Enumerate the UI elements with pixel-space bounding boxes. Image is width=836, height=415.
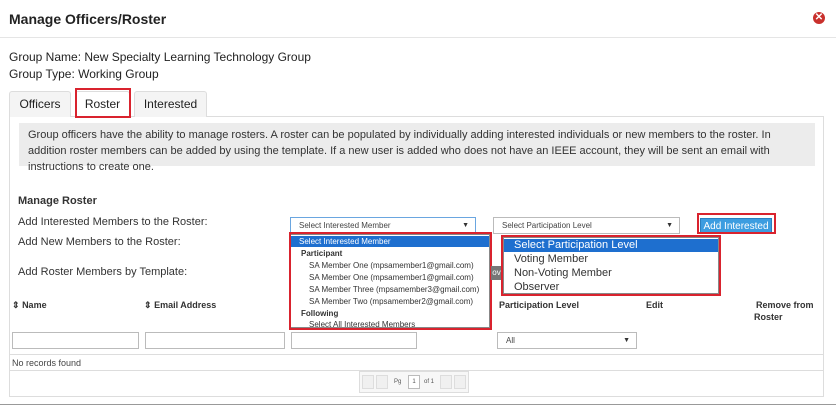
last-page-button[interactable]: [454, 375, 466, 389]
col-remove-header: Remove from: [756, 300, 814, 310]
interested-member-select[interactable]: Select Interested Member ▼: [290, 217, 476, 234]
dropdown-option[interactable]: Observer: [504, 281, 559, 293]
manage-roster-heading: Manage Roster: [18, 195, 97, 207]
filter-input[interactable]: [291, 332, 417, 349]
col-edit-header: Edit: [646, 300, 663, 310]
sort-icon: ⇕: [12, 300, 20, 310]
email-filter-input[interactable]: [145, 332, 285, 349]
col-name-header[interactable]: ⇕ Name: [12, 300, 47, 311]
first-page-button[interactable]: [362, 375, 374, 389]
dropdown-option[interactable]: Voting Member: [504, 253, 588, 265]
chevron-down-icon: ▼: [623, 337, 630, 344]
tab-bar: Officers Roster Interested: [9, 91, 824, 118]
add-interested-label: Add Interested Members to the Roster:: [18, 216, 208, 228]
dialog-header: Manage Officers/Roster ✕: [0, 0, 836, 38]
col-level-header: Participation Level: [499, 300, 580, 310]
dropdown-group-following: Following: [301, 309, 339, 318]
interested-select-value: Select Interested Member: [299, 221, 391, 230]
tab-officers[interactable]: Officers: [9, 91, 71, 117]
pager: Pg 1 of 1: [359, 371, 469, 393]
dialog-title: Manage Officers/Roster: [9, 11, 167, 27]
participation-level-select[interactable]: Select Participation Level ▼: [493, 217, 680, 234]
group-name: Group Name: New Specialty Learning Techn…: [9, 50, 311, 64]
dropdown-option[interactable]: SA Member One (mpsamember1@gmail.com): [291, 261, 474, 270]
col-remove-header-line2: Roster: [754, 312, 783, 322]
dropdown-option[interactable]: Select All Interested Members: [291, 320, 415, 329]
next-page-button[interactable]: [440, 375, 452, 389]
interested-member-dropdown: Select Interested Member Participant SA …: [290, 234, 490, 329]
dropdown-option[interactable]: Non-Voting Member: [504, 267, 612, 279]
close-icon[interactable]: ✕: [813, 12, 825, 24]
dropdown-option[interactable]: SA Member Two (mpsamember2@gmail.com): [291, 297, 473, 306]
dropdown-option[interactable]: SA Member One (mpsamember1@gmail.com): [291, 273, 474, 282]
col-email-header[interactable]: ⇕ Email Address: [144, 300, 216, 311]
divider: [9, 354, 824, 355]
dropdown-option-selected[interactable]: Select Interested Member: [291, 236, 489, 247]
dropdown-option[interactable]: SA Member Three (mpsamember3@gmail.com): [291, 285, 479, 294]
level-filter-value: All: [506, 336, 515, 345]
overflow-fragment: ov: [491, 266, 502, 280]
info-banner: Group officers have the ability to manag…: [19, 123, 815, 173]
level-filter-select[interactable]: All ▼: [497, 332, 637, 349]
page-count: of 1: [424, 379, 435, 385]
participation-select-value: Select Participation Level: [502, 221, 592, 230]
dropdown-option-selected[interactable]: Select Participation Level: [504, 239, 718, 252]
group-type: Group Type: Working Group: [9, 67, 159, 81]
add-template-label: Add Roster Members by Template:: [18, 266, 188, 278]
sort-icon: ⇕: [144, 300, 152, 310]
dropdown-group-participant: Participant: [301, 249, 343, 258]
page-number-input[interactable]: 1: [408, 375, 420, 389]
page-label: Pg: [394, 379, 402, 385]
chevron-down-icon: ▼: [462, 222, 469, 229]
add-new-label: Add New Members to the Roster:: [18, 236, 181, 248]
tab-interested[interactable]: Interested: [134, 91, 207, 117]
participation-level-dropdown: Select Participation Level Voting Member…: [503, 237, 719, 294]
prev-page-button[interactable]: [376, 375, 388, 389]
chevron-down-icon: ▼: [666, 222, 673, 229]
no-records-text: No records found: [12, 358, 82, 368]
name-filter-input[interactable]: [12, 332, 139, 349]
bottom-border: [0, 404, 836, 405]
tab-roster[interactable]: Roster: [75, 91, 130, 118]
add-interested-button[interactable]: Add Interested: [700, 218, 772, 233]
